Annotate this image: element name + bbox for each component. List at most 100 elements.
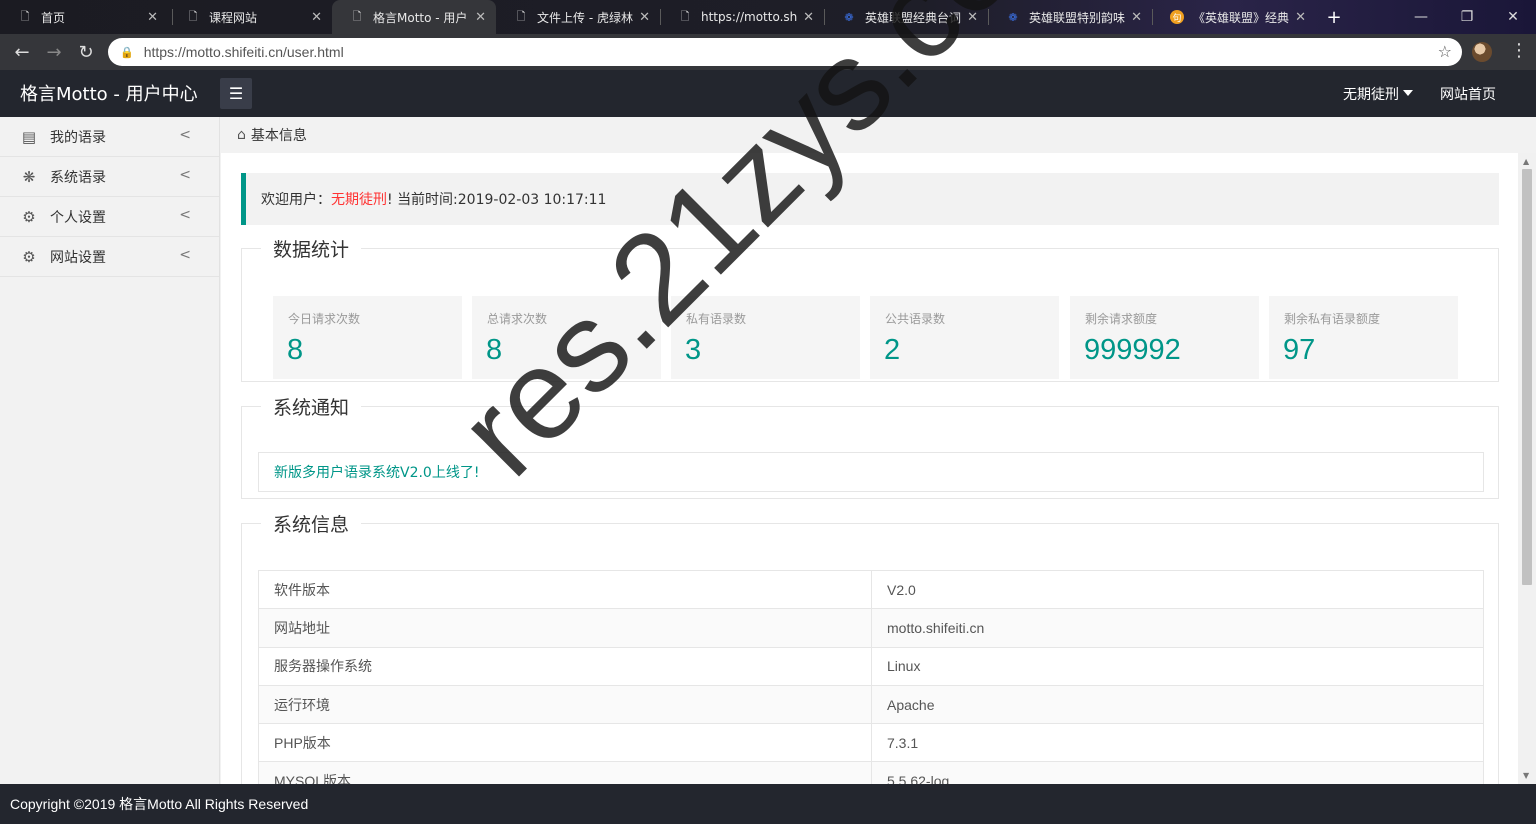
close-icon[interactable]: ✕ bbox=[1131, 10, 1142, 25]
browser-tab-6[interactable]: ❁ 英雄联盟经典台词 ✕ bbox=[824, 0, 988, 34]
close-icon[interactable]: ✕ bbox=[147, 10, 158, 25]
reload-icon[interactable]: ↻ bbox=[74, 40, 98, 64]
restore-icon[interactable]: ❐ bbox=[1444, 0, 1490, 34]
page-icon: 🗋 bbox=[20, 9, 30, 23]
welcome-username: 无期徒刑 bbox=[331, 192, 387, 208]
sidebar-item-label: 我的语录 bbox=[50, 129, 106, 146]
table-row: 运行环境 Apache bbox=[258, 684, 1484, 725]
browser-tab-3[interactable]: 🗋 格言Motto - 用户 ✕ bbox=[332, 0, 496, 34]
close-icon[interactable]: ✕ bbox=[475, 10, 486, 25]
sysinfo-legend: 系统信息 bbox=[273, 514, 350, 536]
sidebar-item-label: 系统语录 bbox=[50, 169, 106, 186]
stat-label: 剩余请求额度 bbox=[1085, 312, 1158, 326]
page-scrollbar[interactable]: ▲ ▼ bbox=[1518, 153, 1536, 784]
stats-section: 数据统计 今日请求次数 8 总请求次数 8 私有语录数 3 公共语录数 2 剩余… bbox=[241, 235, 1499, 382]
stat-value: 97 bbox=[1283, 334, 1316, 366]
lock-icon: 🔒 bbox=[120, 45, 134, 59]
tab-title: 英雄联盟特别韵味 bbox=[1029, 10, 1126, 25]
info-key: MYSQL版本 bbox=[258, 761, 872, 784]
tab-title: 格言Motto - 用户 bbox=[373, 10, 468, 25]
browser-tab-7[interactable]: ❁ 英雄联盟特别韵味 ✕ bbox=[988, 0, 1152, 34]
sidebar-item-system-quotes[interactable]: ❋ 系统语录 < bbox=[0, 157, 219, 197]
sidebar-item-personal-settings[interactable]: ⚙ 个人设置 < bbox=[0, 197, 219, 237]
grid-icon: ❋ bbox=[22, 167, 36, 186]
tab-title: 《英雄联盟》经典 bbox=[1193, 10, 1290, 25]
breadcrumb-label[interactable]: 基本信息 bbox=[251, 125, 307, 145]
close-window-icon[interactable]: ✕ bbox=[1490, 0, 1536, 34]
scroll-up-icon[interactable]: ▲ bbox=[1523, 157, 1529, 166]
browser-tab-4[interactable]: 🗋 文件上传 - 虎绿林 ✕ bbox=[496, 0, 660, 34]
stat-card: 公共语录数 2 bbox=[870, 296, 1059, 379]
stat-label: 总请求次数 bbox=[487, 312, 548, 326]
sidebar-item-label: 网站设置 bbox=[50, 249, 106, 266]
info-value: 7.3.1 bbox=[871, 723, 1484, 763]
copyright-text: Copyright ©2019 格言Motto All Rights Reser… bbox=[10, 796, 309, 812]
caret-down-icon bbox=[1403, 90, 1413, 96]
table-row: 软件版本 V2.0 bbox=[258, 569, 1484, 610]
table-row: MYSQL版本 5.5.62-log bbox=[258, 761, 1484, 784]
info-value: V2.0 bbox=[871, 569, 1484, 610]
tab-title: https://motto.shi bbox=[701, 10, 798, 24]
page-icon: 🗋 bbox=[352, 9, 362, 23]
welcome-suffix: ! 当前时间:2019-02-03 10:17:11 bbox=[387, 192, 607, 208]
browser-tab-1[interactable]: 🗋 首页 ✕ bbox=[0, 0, 168, 34]
sentence-icon: 句 bbox=[1170, 10, 1184, 24]
browser-tab-5[interactable]: 🗋 https://motto.shi ✕ bbox=[660, 0, 824, 34]
bookmark-star-icon[interactable]: ☆ bbox=[1438, 42, 1452, 61]
new-tab-button[interactable]: + bbox=[1322, 6, 1346, 28]
browser-tab-8[interactable]: 句 《英雄联盟》经典 ✕ bbox=[1152, 0, 1316, 34]
stat-card: 总请求次数 8 bbox=[472, 296, 661, 379]
info-value: motto.shifeiti.cn bbox=[871, 608, 1484, 648]
app-header: 格言Motto - 用户中心 ☰ 无期徒刑 网站首页 bbox=[0, 70, 1536, 117]
back-icon[interactable]: ← bbox=[10, 40, 34, 64]
stat-card: 私有语录数 3 bbox=[671, 296, 860, 379]
welcome-banner: 欢迎用户： 无期徒刑 ! 当前时间:2019-02-03 10:17:11 bbox=[241, 173, 1499, 225]
menu-toggle-icon[interactable]: ☰ bbox=[220, 78, 252, 109]
main-content: 欢迎用户： 无期徒刑 ! 当前时间:2019-02-03 10:17:11 数据… bbox=[221, 153, 1518, 784]
minimize-icon[interactable]: — bbox=[1398, 0, 1444, 34]
close-icon[interactable]: ✕ bbox=[967, 10, 978, 25]
stat-value: 8 bbox=[486, 334, 503, 366]
url-text: https://motto.shifeiti.cn/user.html bbox=[143, 44, 344, 60]
gear-icon: ⚙ bbox=[22, 207, 36, 226]
address-bar[interactable]: 🔒 https://motto.shifeiti.cn/user.html ☆ bbox=[108, 38, 1462, 66]
baidu-paw-icon: ❁ bbox=[1008, 10, 1018, 24]
chevron-left-icon: < bbox=[179, 207, 191, 223]
sidebar-item-site-settings[interactable]: ⚙ 网站设置 < bbox=[0, 237, 219, 277]
profile-avatar[interactable] bbox=[1472, 42, 1492, 62]
footer: Copyright ©2019 格言Motto All Rights Reser… bbox=[0, 784, 1536, 824]
stat-label: 公共语录数 bbox=[885, 312, 946, 326]
notice-item[interactable]: 新版多用户语录系统V2.0上线了! bbox=[258, 452, 1484, 492]
tab-title: 课程网站 bbox=[209, 10, 258, 25]
close-icon[interactable]: ✕ bbox=[1295, 10, 1306, 25]
chevron-left-icon: < bbox=[179, 247, 191, 263]
table-row: 服务器操作系统 Linux bbox=[258, 646, 1484, 686]
page-icon: 🗋 bbox=[516, 9, 526, 23]
sysinfo-section: 系统信息 软件版本 V2.0 网站地址 motto.shifeiti.cn 服务器操… bbox=[241, 510, 1499, 784]
user-dropdown[interactable]: 无期徒刑 bbox=[1343, 84, 1413, 104]
page-icon: 🗋 bbox=[680, 9, 690, 23]
stat-label: 私有语录数 bbox=[686, 312, 747, 326]
close-icon[interactable]: ✕ bbox=[639, 10, 650, 25]
close-icon[interactable]: ✕ bbox=[311, 10, 322, 25]
info-value: Apache bbox=[871, 684, 1484, 725]
info-key: PHP版本 bbox=[258, 723, 872, 763]
notice-section: 系统通知 新版多用户语录系统V2.0上线了! bbox=[241, 393, 1499, 499]
notice-legend: 系统通知 bbox=[273, 397, 350, 419]
info-value: 5.5.62-log bbox=[871, 761, 1484, 784]
user-name: 无期徒刑 bbox=[1343, 87, 1399, 103]
scroll-thumb[interactable] bbox=[1522, 169, 1532, 585]
forward-icon[interactable]: → bbox=[42, 40, 66, 64]
sidebar-item-label: 个人设置 bbox=[50, 209, 106, 226]
stat-card: 剩余私有语录额度 97 bbox=[1269, 296, 1458, 379]
stat-value: 999992 bbox=[1084, 334, 1181, 366]
site-home-link[interactable]: 网站首页 bbox=[1440, 84, 1496, 104]
browser-menu-icon[interactable]: ⋮ bbox=[1510, 40, 1528, 61]
scroll-down-icon[interactable]: ▼ bbox=[1523, 771, 1529, 780]
stat-card: 剩余请求额度 999992 bbox=[1070, 296, 1259, 379]
tab-title: 首页 bbox=[41, 10, 66, 25]
close-icon[interactable]: ✕ bbox=[803, 10, 814, 25]
browser-tab-2[interactable]: 🗋 课程网站 ✕ bbox=[168, 0, 332, 34]
stat-card: 今日请求次数 8 bbox=[273, 296, 462, 379]
sidebar-item-my-quotes[interactable]: ▤ 我的语录 < bbox=[0, 117, 219, 157]
